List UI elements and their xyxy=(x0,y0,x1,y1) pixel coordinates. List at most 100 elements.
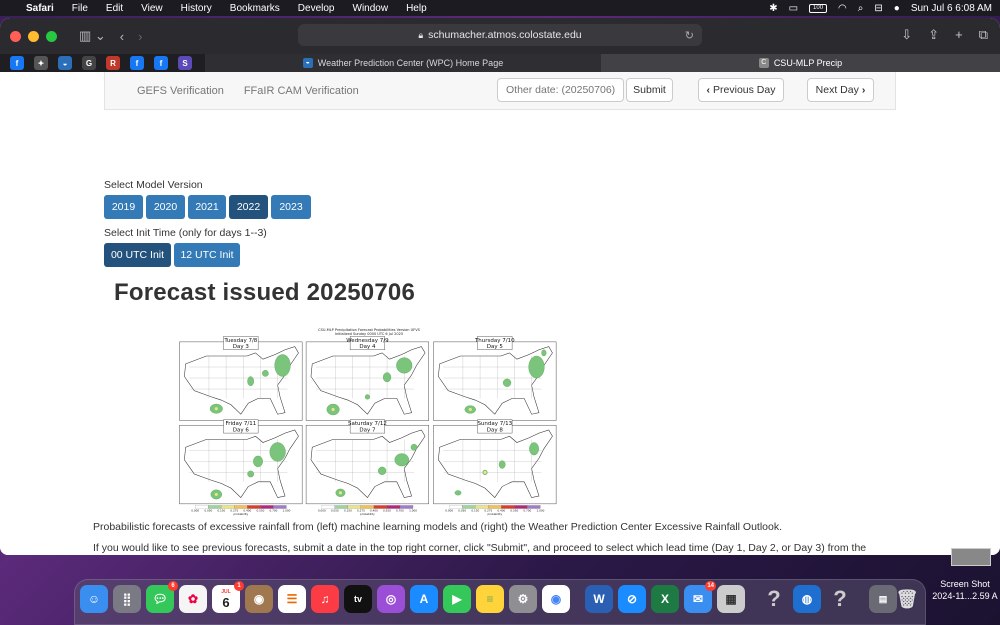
menu-view[interactable]: View xyxy=(141,3,163,14)
tv-icon[interactable]: tv xyxy=(344,585,372,613)
probability-area xyxy=(382,372,392,383)
podcasts-icon[interactable]: ◎ xyxy=(377,585,405,613)
init-00utc-button[interactable]: 00 UTC Init xyxy=(104,243,171,267)
probability-area xyxy=(541,349,547,357)
menu-bookmarks[interactable]: Bookmarks xyxy=(230,3,280,14)
favorite-g-icon[interactable]: G xyxy=(82,56,96,70)
finder-icon[interactable]: ☺ xyxy=(80,585,108,613)
screenshot-thumbnail[interactable] xyxy=(951,548,991,566)
reload-icon[interactable]: ↻ xyxy=(685,29,694,42)
facetime-icon[interactable]: ▶ xyxy=(443,585,471,613)
preview-icon[interactable]: ▦ xyxy=(717,585,745,613)
favorite-weather-icon[interactable]: ◒ xyxy=(58,56,72,70)
colorbar-label: probability xyxy=(233,512,248,516)
menu-clock[interactable]: Sun Jul 6 6:08 AM xyxy=(911,3,992,14)
battery-icon[interactable]: 100 xyxy=(809,3,828,13)
submit-button[interactable]: Submit xyxy=(626,78,673,102)
menu-edit[interactable]: Edit xyxy=(106,3,123,14)
menu-app-name[interactable]: Safari xyxy=(26,3,54,14)
favorite-facebook-icon[interactable]: f xyxy=(10,56,24,70)
model-2023-button[interactable]: 2023 xyxy=(271,195,311,219)
mail-badge: 14 xyxy=(705,581,716,591)
colorbar-tick-label: 0.700 xyxy=(269,509,277,513)
menu-history[interactable]: History xyxy=(181,3,212,14)
screenshot-desktop-label[interactable]: Screen Shot 2024-11...2.59 A xyxy=(930,578,1000,602)
favorite-s-icon[interactable]: S xyxy=(178,56,192,70)
launchpad-icon[interactable]: ⣿ xyxy=(113,585,141,613)
tab-overview-icon[interactable]: ⧉ xyxy=(979,27,988,43)
previous-day-button[interactable]: ‹ Previous Day xyxy=(698,78,784,102)
share-icon[interactable]: ⇪ xyxy=(928,27,939,43)
minimize-window-button[interactable] xyxy=(28,30,39,42)
date-input[interactable] xyxy=(497,78,624,102)
photos-icon[interactable]: ✿ xyxy=(179,585,207,613)
music-icon[interactable]: ♫ xyxy=(311,585,339,613)
trash-icon[interactable]: 🗑︎ xyxy=(893,585,921,613)
model-2019-button[interactable]: 2019 xyxy=(104,195,143,219)
model-2022-button[interactable]: 2022 xyxy=(229,195,268,219)
model-2021-button[interactable]: 2021 xyxy=(188,195,226,219)
messages-badge: 6 xyxy=(168,581,178,591)
spotlight-search-icon[interactable]: ⌕ xyxy=(858,3,864,14)
nav-gefs-verification[interactable]: GEFS Verification xyxy=(137,85,224,97)
address-bar[interactable]: 🔒︎ schumacher.atmos.colostate.edu ↻ xyxy=(298,24,702,46)
favorite-facebook-icon[interactable]: f xyxy=(154,56,168,70)
menu-window[interactable]: Window xyxy=(353,3,389,14)
zoom-window-button[interactable] xyxy=(46,30,57,42)
probability-area-high xyxy=(338,491,343,495)
model-version-label: Select Model Version xyxy=(104,179,203,191)
safari-window: ▥ ⌄ ‹ › 🔒︎ schumacher.atmos.colostate.ed… xyxy=(0,18,1000,555)
close-window-button[interactable] xyxy=(10,30,21,42)
probability-area xyxy=(396,357,413,374)
help-icon[interactable]: ? xyxy=(760,585,788,613)
favorite-settings-icon[interactable]: ✦ xyxy=(34,56,48,70)
sidebar-toggle-icon[interactable]: ▥ ⌄ xyxy=(79,28,106,44)
model-2020-button[interactable]: 2020 xyxy=(146,195,185,219)
tab-wpc[interactable]: ◒ Weather Prediction Center (WPC) Home P… xyxy=(205,54,601,72)
probability-area xyxy=(274,354,291,377)
page-content: GEFS Verification FFaIR CAM Verification… xyxy=(0,72,1000,555)
display-icon[interactable]: ▭ xyxy=(789,3,798,14)
init-12utc-button[interactable]: 12 UTC Init xyxy=(174,243,240,267)
forward-icon[interactable]: › xyxy=(138,29,142,44)
probability-area-high xyxy=(214,492,218,496)
bluetooth-icon[interactable]: ✱ xyxy=(769,3,777,14)
notes-icon[interactable]: ≡ xyxy=(476,585,504,613)
colorbar-tick-label: 0.550 xyxy=(510,509,518,513)
forecast-figure: CSU-MLP Precipitation Forecast Probabili… xyxy=(124,312,614,523)
help-icon[interactable]: ? xyxy=(826,585,854,613)
system-settings-icon[interactable]: ⚙ xyxy=(509,585,537,613)
menu-help[interactable]: Help xyxy=(406,3,427,14)
reminders-icon[interactable]: ☰ xyxy=(278,585,306,613)
calendar-day: 6 xyxy=(222,594,230,610)
chrome-icon[interactable]: ◉ xyxy=(542,585,570,613)
calendar-icon[interactable]: JUL 6 1 xyxy=(212,581,244,613)
menu-develop[interactable]: Develop xyxy=(298,3,335,14)
control-center-icon[interactable]: ⊟ xyxy=(874,3,882,14)
favorite-r-icon[interactable]: R xyxy=(106,56,120,70)
menu-file[interactable]: File xyxy=(72,3,88,14)
favorite-facebook-icon[interactable]: f xyxy=(130,56,144,70)
word-icon[interactable]: W xyxy=(585,585,613,613)
app-store-icon[interactable]: A xyxy=(410,585,438,613)
mail-icon[interactable]: ✉ 14 xyxy=(684,581,716,613)
excel-icon[interactable]: X xyxy=(651,585,679,613)
nav-ffair-cam-verification[interactable]: FFaIR CAM Verification xyxy=(244,85,359,97)
probability-area xyxy=(394,453,410,467)
messages-icon[interactable]: 💬︎ 6 xyxy=(146,581,178,613)
contacts-icon[interactable]: ◉ xyxy=(245,585,273,613)
csu-favicon: C xyxy=(758,58,769,68)
siri-icon[interactable]: ● xyxy=(894,3,900,14)
chevron-left-icon: ‹ xyxy=(706,84,711,96)
globe-icon[interactable]: ◍ xyxy=(793,585,821,613)
back-icon[interactable]: ‹ xyxy=(120,29,124,44)
tab-csu-mlp[interactable]: C CSU-MLP Precip xyxy=(601,54,1000,72)
new-tab-icon[interactable]: + xyxy=(955,27,963,43)
panel-date: Friday 7/11 xyxy=(225,421,256,427)
probability-area xyxy=(410,443,418,451)
wifi-icon[interactable]: ◠ xyxy=(838,3,847,14)
downloads-icon[interactable]: ⇩ xyxy=(901,27,912,43)
next-day-button[interactable]: Next Day › xyxy=(807,78,874,102)
safari-icon[interactable]: ⊘ xyxy=(618,585,646,613)
colorbar-tick-label: 0.550 xyxy=(383,509,391,513)
